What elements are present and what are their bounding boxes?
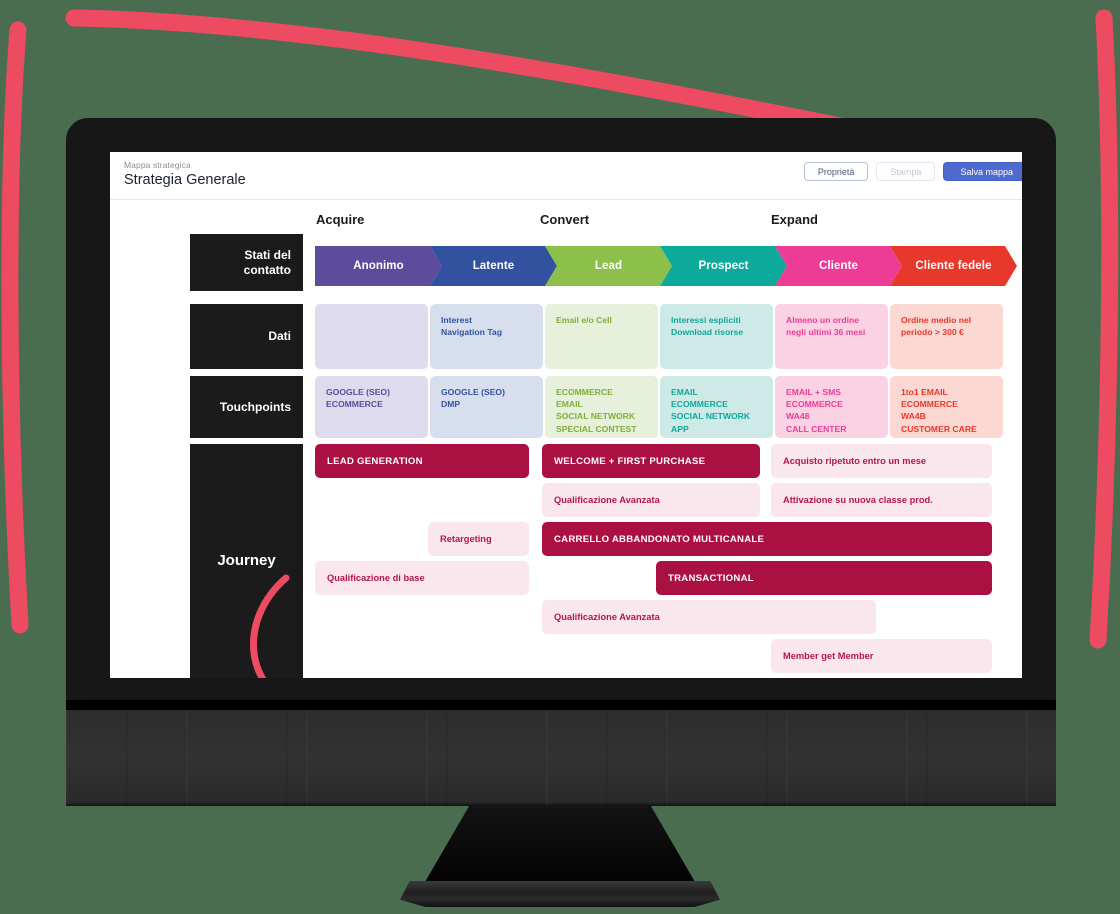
journey-bar-11[interactable]: Member get Member: [771, 639, 992, 673]
touchpoint-card-1[interactable]: GOOGLE (SEO) ECOMMERCE: [315, 376, 428, 438]
journey-curved-arrow-icon: [250, 574, 290, 678]
properties-button[interactable]: Proprietà: [803, 162, 869, 181]
phase-header-expand: Expand: [771, 212, 818, 227]
phase-header-convert: Convert: [540, 212, 590, 227]
row-label-contact-states: Stati del contatto: [190, 234, 303, 291]
row-label-touchpoints: Touchpoints: [190, 376, 303, 438]
journey-bar-label: Retargeting: [440, 534, 492, 544]
journey-bar-6[interactable]: Retargeting: [428, 522, 529, 556]
journey-bar-4[interactable]: Qualificazione Avanzata: [542, 483, 760, 517]
save-map-button[interactable]: Salva mappa: [943, 162, 1022, 181]
phase-headers: Acquire Convert Expand: [110, 210, 1022, 232]
journey-bar-3[interactable]: Acquisto ripetuto entro un mese: [771, 444, 992, 478]
stage-chevron-lead[interactable]: Lead: [545, 246, 672, 286]
stage-chevron-label: Latente: [472, 260, 515, 272]
touchpoint-card-3[interactable]: ECOMMERCE EMAIL SOCIAL NETWORK SPECIAL C…: [545, 376, 658, 438]
touchpoint-card-6[interactable]: 1to1 EMAIL ECOMMERCE WA4B CUSTOMER CARE: [890, 376, 1003, 438]
data-card-1[interactable]: [315, 304, 428, 369]
journey-bar-5[interactable]: Attivazione su nuova classe prod.: [771, 483, 992, 517]
data-card-2[interactable]: Interest Navigation Tag: [430, 304, 543, 369]
data-card-3[interactable]: Email e/o Cell: [545, 304, 658, 369]
monitor-chin: [66, 700, 1056, 710]
journey-bar-9[interactable]: TRANSACTIONAL: [656, 561, 992, 595]
data-card-6[interactable]: Ordine medio nel periodo > 300 €: [890, 304, 1003, 369]
monitor-stand: [418, 806, 702, 894]
stage-chevron-latente[interactable]: Latente: [430, 246, 557, 286]
journey-bar-label: CARRELLO ABBANDONATO MULTICANALE: [554, 533, 765, 545]
journey-bar-10[interactable]: Qualificazione Avanzata: [542, 600, 876, 634]
monitor-base: [400, 881, 720, 907]
decorative-stroke-right: [1089, 9, 1119, 649]
stage-chevron-label: Cliente: [818, 260, 859, 272]
stage-chevron-cliente-fedele[interactable]: Cliente fedele: [890, 246, 1017, 286]
journey-bar-label: Qualificazione Avanzata: [554, 495, 660, 505]
journey-bar-label: Acquisto ripetuto entro un mese: [783, 456, 927, 466]
touchpoint-card-5[interactable]: EMAIL + SMS ECOMMERCE WA48 CALL CENTER: [775, 376, 888, 438]
stage-chevron-anonimo[interactable]: Anonimo: [315, 246, 442, 286]
journey-bar-label: WELCOME + FIRST PURCHASE: [554, 455, 706, 467]
breadcrumb: Mappa strategica: [124, 160, 191, 170]
journey-bar-7[interactable]: CARRELLO ABBANDONATO MULTICANALE: [542, 522, 992, 556]
stage-chevron-prospect[interactable]: Prospect: [660, 246, 787, 286]
touchpoint-card-2[interactable]: GOOGLE (SEO) DMP: [430, 376, 543, 438]
row-label-data: Dati: [190, 304, 303, 369]
header-actions: Proprietà Stampa Salva mappa: [803, 162, 1022, 181]
decorative-stroke-left: [1, 21, 29, 634]
stage-chevron-label: Cliente fedele: [915, 260, 992, 272]
app-header: Mappa strategica Strategia Generale Prop…: [110, 152, 1022, 200]
data-card-5[interactable]: Almeno un ordine negli ultimi 36 mesi: [775, 304, 888, 369]
journey-bar-label: Qualificazione di base: [327, 573, 425, 583]
journey-bar-1[interactable]: LEAD GENERATION: [315, 444, 529, 478]
screen: Mappa strategica Strategia Generale Prop…: [110, 152, 1022, 678]
journey-bar-label: LEAD GENERATION: [327, 455, 423, 467]
journey-bar-2[interactable]: WELCOME + FIRST PURCHASE: [542, 444, 760, 478]
stage-chevron-label: Prospect: [698, 260, 749, 272]
stage-chevron-label: Lead: [594, 260, 623, 272]
journey-bar-8[interactable]: Qualificazione di base: [315, 561, 529, 595]
touchpoint-card-4[interactable]: EMAIL ECOMMERCE SOCIAL NETWORK APP: [660, 376, 773, 438]
journey-bar-label: Attivazione su nuova classe prod.: [783, 495, 933, 505]
monitor-lower-body: [66, 700, 1056, 806]
journey-bar-label: Qualificazione Avanzata: [554, 612, 660, 622]
print-button[interactable]: Stampa: [876, 162, 936, 181]
page-title: Strategia Generale: [124, 172, 246, 188]
data-card-4[interactable]: Interessi espliciti Download risorse: [660, 304, 773, 369]
stage-chevron-cliente[interactable]: Cliente: [775, 246, 902, 286]
journey-bar-label: TRANSACTIONAL: [668, 572, 754, 584]
phase-header-acquire: Acquire: [316, 212, 365, 227]
journey-bar-label: Member get Member: [783, 651, 874, 661]
stage-chevron-label: Anonimo: [353, 260, 404, 272]
